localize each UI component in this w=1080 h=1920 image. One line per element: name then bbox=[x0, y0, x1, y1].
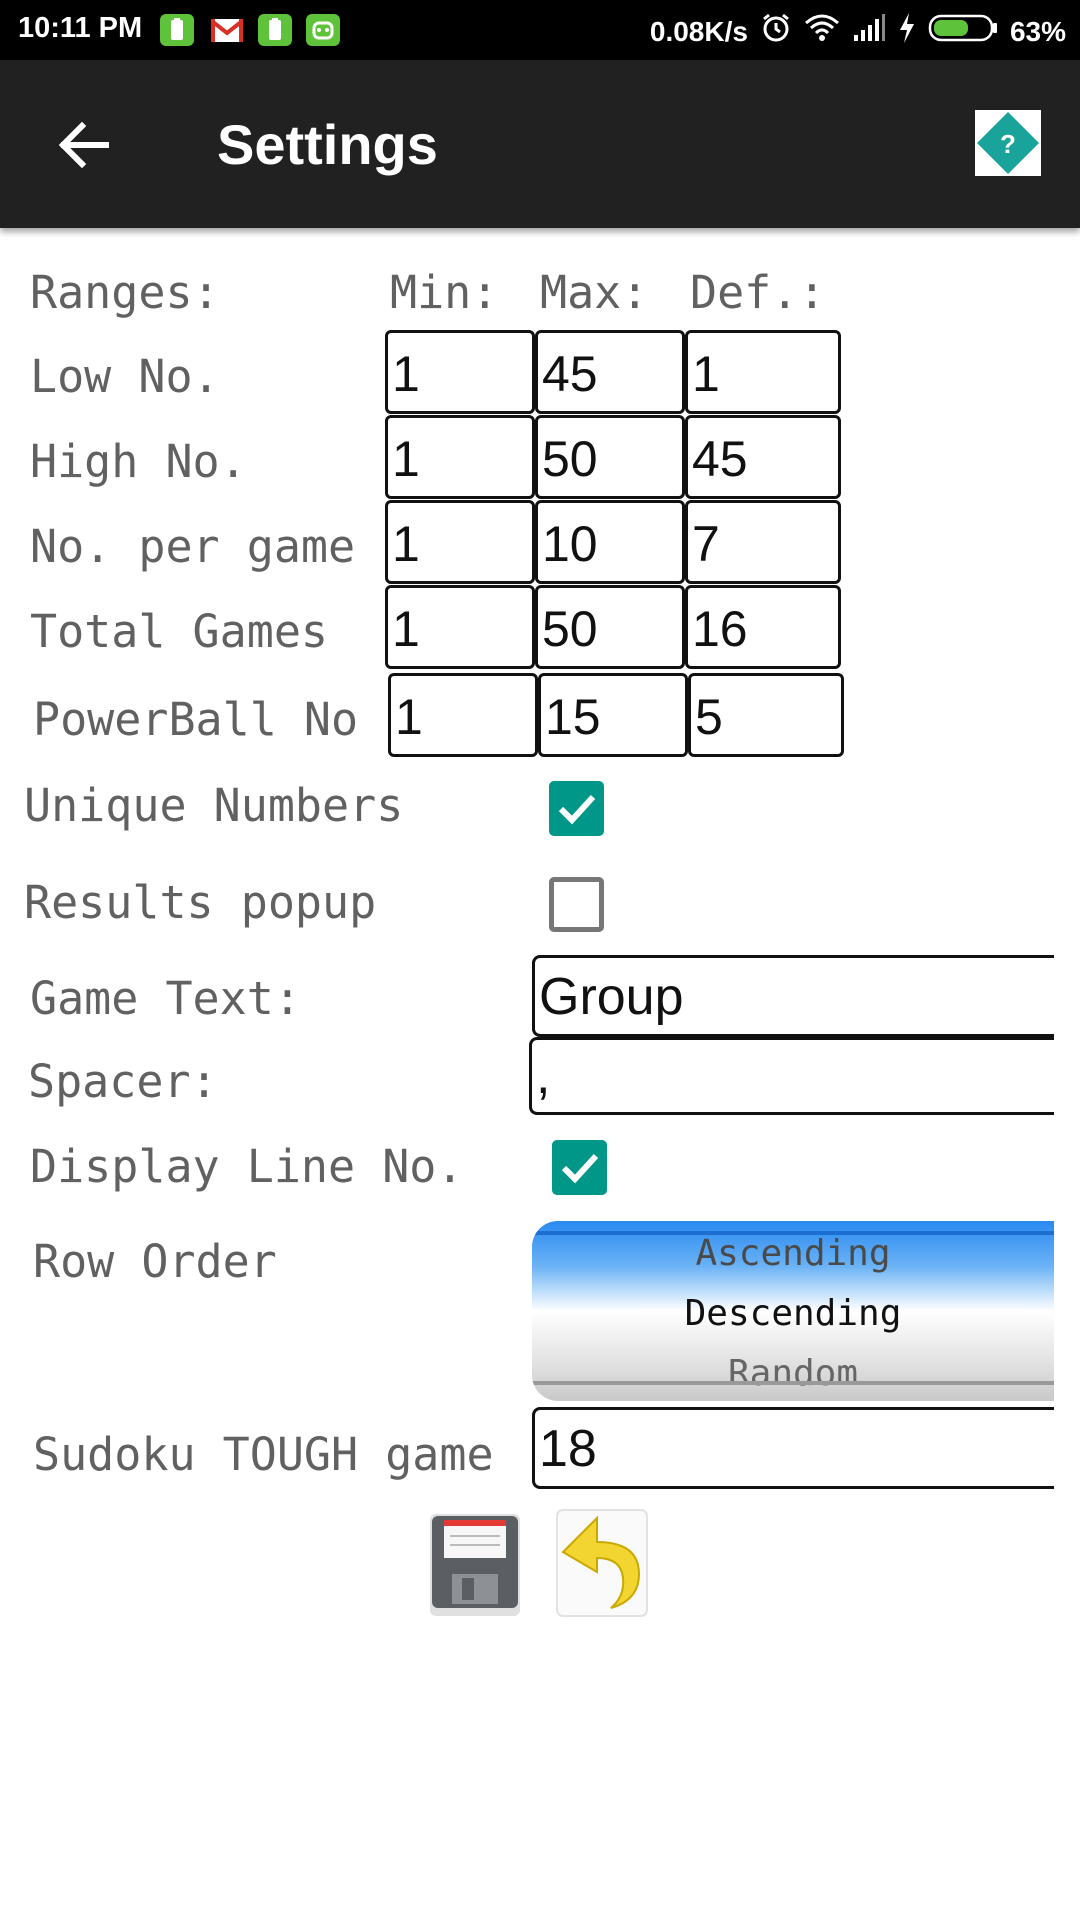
no-per-game-label: No. per game bbox=[30, 520, 356, 573]
app-bar: Settings ? bbox=[0, 60, 1080, 228]
row-order-option-selected[interactable]: Descending bbox=[532, 1293, 1054, 1334]
results-popup-label: Results popup bbox=[24, 876, 377, 929]
unique-numbers-checkbox[interactable] bbox=[549, 781, 604, 836]
android-icon bbox=[306, 14, 340, 46]
results-popup-checkbox[interactable] bbox=[549, 877, 604, 932]
high-no-min-input[interactable]: 1 bbox=[385, 415, 535, 499]
total-games-max-input[interactable]: 50 bbox=[535, 585, 685, 669]
status-time: 10:11 PM bbox=[18, 12, 143, 44]
battery-icon bbox=[928, 13, 998, 50]
no-per-game-min-input[interactable]: 1 bbox=[385, 500, 535, 584]
svg-text:?: ? bbox=[1000, 129, 1016, 159]
battery-notif-icon bbox=[160, 14, 194, 46]
low-no-def-input[interactable]: 1 bbox=[685, 330, 841, 414]
signal-icon bbox=[852, 13, 886, 50]
status-right: 0.08K/s 63% bbox=[650, 12, 1066, 51]
battery-percent: 63% bbox=[1009, 15, 1066, 47]
unique-numbers-label: Unique Numbers bbox=[24, 779, 404, 832]
undo-arrow-icon bbox=[556, 1509, 648, 1617]
total-games-def-input[interactable]: 16 bbox=[685, 585, 841, 669]
game-text-input[interactable]: Group bbox=[532, 955, 1054, 1037]
total-games-label: Total Games bbox=[30, 605, 329, 658]
powerball-def-input[interactable]: 5 bbox=[688, 673, 844, 757]
back-button[interactable] bbox=[50, 110, 120, 180]
status-bar: 10:11 PM 0.08K/s 63% bbox=[0, 0, 1080, 60]
floppy-disk-icon bbox=[430, 1514, 520, 1616]
total-games-min-input[interactable]: 1 bbox=[385, 585, 535, 669]
checkmark-icon bbox=[561, 1153, 599, 1184]
low-no-label: Low No. bbox=[30, 350, 220, 403]
sudoku-label: Sudoku TOUGH game bbox=[33, 1428, 494, 1481]
row-order-picker[interactable]: Ascending Descending Random bbox=[532, 1221, 1054, 1401]
undo-button[interactable] bbox=[555, 1508, 649, 1617]
checkmark-icon bbox=[558, 794, 596, 825]
low-no-min-input[interactable]: 1 bbox=[385, 330, 535, 414]
no-per-game-def-input[interactable]: 7 bbox=[685, 500, 841, 584]
col-max-label: Max: bbox=[540, 266, 649, 319]
powerball-min-input[interactable]: 1 bbox=[388, 673, 538, 757]
battery-notif-icon bbox=[258, 14, 292, 46]
powerball-label: PowerBall No bbox=[33, 693, 359, 746]
low-no-max-input[interactable]: 45 bbox=[535, 330, 685, 414]
arrow-back-icon bbox=[58, 121, 109, 169]
help-button[interactable]: ? bbox=[975, 110, 1041, 176]
wifi-icon bbox=[804, 13, 840, 50]
spacer-input[interactable]: , bbox=[529, 1037, 1054, 1115]
alarm-icon bbox=[760, 12, 792, 51]
game-text-label: Game Text: bbox=[30, 972, 301, 1025]
ranges-label: Ranges: bbox=[30, 266, 220, 319]
picker-bottom-line bbox=[532, 1381, 1054, 1385]
row-order-option[interactable]: Random bbox=[532, 1353, 1054, 1394]
spacer-label: Spacer: bbox=[28, 1055, 218, 1108]
display-line-checkbox[interactable] bbox=[552, 1140, 607, 1195]
col-def-label: Def.: bbox=[690, 266, 826, 319]
row-order-label: Row Order bbox=[33, 1235, 277, 1288]
net-speed: 0.08K/s bbox=[649, 15, 748, 47]
page-title: Settings bbox=[217, 113, 438, 176]
display-line-label: Display Line No. bbox=[30, 1140, 464, 1193]
high-no-def-input[interactable]: 45 bbox=[685, 415, 841, 499]
col-min-label: Min: bbox=[390, 266, 499, 319]
help-icon: ? bbox=[975, 110, 1041, 176]
powerball-max-input[interactable]: 15 bbox=[538, 673, 688, 757]
row-order-option[interactable]: Ascending bbox=[532, 1233, 1054, 1274]
save-button[interactable] bbox=[428, 1512, 522, 1618]
high-no-max-input[interactable]: 50 bbox=[535, 415, 685, 499]
high-no-label: High No. bbox=[30, 435, 247, 488]
no-per-game-max-input[interactable]: 10 bbox=[535, 500, 685, 584]
sudoku-input[interactable]: 18 bbox=[532, 1407, 1054, 1489]
charging-icon bbox=[898, 12, 916, 51]
gmail-icon bbox=[210, 14, 244, 46]
